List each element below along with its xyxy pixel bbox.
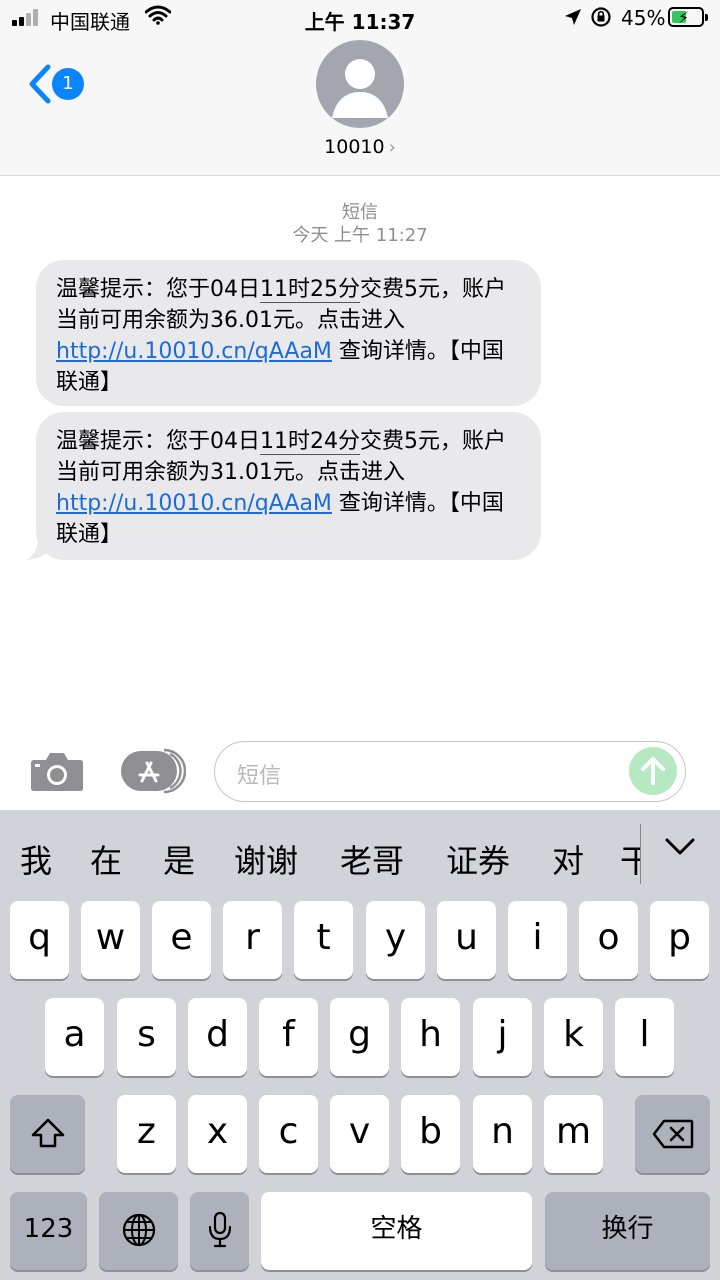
time-detected-link[interactable]: 11时25分 [260, 277, 360, 303]
key-y[interactable]: y [366, 901, 425, 979]
message-bubble[interactable]: 温馨提示：您于04日11时24分交费5元，账户当前可用余额为31.01元。点击进… [36, 412, 541, 560]
key-m[interactable]: m [544, 1095, 603, 1173]
message-link[interactable]: http://u.10010.cn/qAAaM [56, 491, 332, 516]
key-g[interactable]: g [330, 998, 389, 1076]
message-text: 温馨提示：您于04日 [56, 429, 260, 454]
location-icon [563, 7, 583, 32]
candidate-word[interactable]: 我 [20, 836, 52, 882]
key-s[interactable]: s [117, 998, 176, 1076]
candidate-divider [640, 824, 641, 884]
key-a[interactable]: a [45, 998, 104, 1076]
send-button[interactable] [629, 747, 677, 795]
candidate-word[interactable]: 证券 [446, 836, 510, 882]
rotation-lock-icon [590, 6, 612, 33]
key-b[interactable]: b [401, 1095, 460, 1173]
candidate-word[interactable]: 干 [620, 836, 640, 882]
key-c[interactable]: c [259, 1095, 318, 1173]
unread-badge[interactable]: 1 [52, 68, 84, 100]
key-i[interactable]: i [508, 901, 567, 979]
key-z[interactable]: z [117, 1095, 176, 1173]
key-q[interactable]: q [10, 901, 69, 979]
message-text: 温馨提示：您于04日 [56, 277, 260, 302]
keyboard: 我 在 是 谢谢 老哥 证券 对 干 q w e r t y u i o p a… [0, 810, 720, 1280]
microphone-icon [208, 1211, 231, 1248]
key-h[interactable]: h [401, 998, 460, 1076]
delete-key[interactable] [635, 1095, 710, 1173]
contact-name: 10010 [324, 136, 385, 158]
key-n[interactable]: n [473, 1095, 532, 1173]
key-p[interactable]: p [650, 901, 709, 979]
return-key[interactable]: 换行 [545, 1192, 710, 1270]
message-input[interactable]: 短信 [214, 741, 686, 802]
key-e[interactable]: e [152, 901, 211, 979]
candidate-bar: 我 在 是 谢谢 老哥 证券 对 干 [0, 810, 720, 898]
globe-key[interactable] [99, 1192, 178, 1270]
battery-percent: 45% [621, 6, 666, 30]
space-key[interactable]: 空格 [261, 1192, 532, 1270]
backspace-icon [652, 1119, 693, 1149]
key-u[interactable]: u [437, 901, 496, 979]
app-store-icon[interactable] [120, 748, 187, 798]
battery-icon: ⚡ [668, 7, 708, 27]
key-v[interactable]: v [330, 1095, 389, 1173]
chevron-down-icon[interactable] [664, 836, 696, 862]
status-bar: 中国联通 上午 11:37 45% ⚡ [0, 0, 720, 40]
key-x[interactable]: x [188, 1095, 247, 1173]
candidate-word[interactable]: 对 [552, 836, 584, 882]
key-j[interactable]: j [473, 998, 532, 1076]
globe-icon [122, 1213, 155, 1247]
key-d[interactable]: d [188, 998, 247, 1076]
chevron-left-icon[interactable] [26, 64, 52, 108]
shift-key[interactable] [10, 1095, 85, 1173]
candidate-word[interactable]: 是 [163, 836, 195, 882]
candidate-word[interactable]: 在 [90, 836, 122, 882]
key-k[interactable]: k [544, 998, 603, 1076]
arrow-up-icon [641, 757, 665, 785]
message-input-placeholder: 短信 [237, 764, 282, 789]
avatar[interactable] [316, 40, 404, 128]
dictation-key[interactable] [190, 1192, 249, 1270]
key-l[interactable]: l [615, 998, 674, 1076]
key-f[interactable]: f [259, 998, 318, 1076]
shift-icon [31, 1118, 64, 1148]
message-link[interactable]: http://u.10010.cn/qAAaM [56, 339, 332, 364]
numbers-key[interactable]: 123 [10, 1192, 87, 1270]
key-r[interactable]: r [223, 901, 282, 979]
message-timestamp: 今天 上午 11:27 [292, 225, 428, 246]
time-detected-link[interactable]: 11时24分 [260, 429, 360, 455]
message-bubble[interactable]: 温馨提示：您于04日11时25分交费5元，账户当前可用余额为36.01元。点击进… [36, 260, 541, 406]
contact-name-button[interactable]: 10010 › [0, 136, 720, 158]
clock: 上午 11:37 [304, 10, 416, 34]
key-o[interactable]: o [579, 901, 638, 979]
bubble-tail [24, 524, 54, 566]
camera-icon[interactable] [30, 750, 84, 796]
key-w[interactable]: w [81, 901, 140, 979]
chevron-right-icon: › [388, 137, 396, 158]
person-icon [332, 59, 388, 118]
candidate-word[interactable]: 谢谢 [234, 836, 298, 882]
candidate-word[interactable]: 老哥 [340, 836, 404, 882]
key-t[interactable]: t [294, 901, 353, 979]
